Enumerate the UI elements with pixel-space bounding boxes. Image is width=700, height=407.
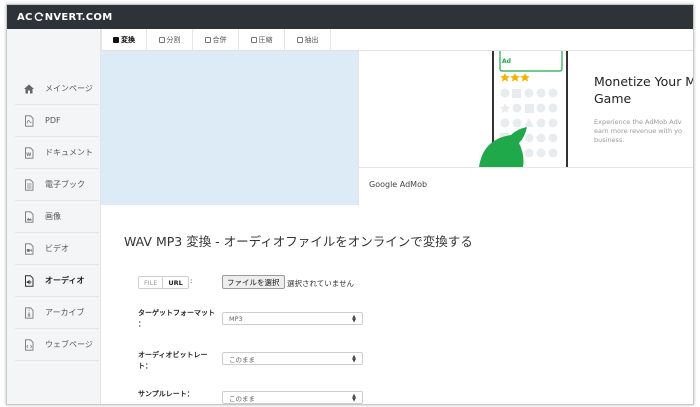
label-line: オーディオビットレー xyxy=(138,351,208,359)
ad-description-line: Experience the AdMob Adv xyxy=(594,118,682,126)
ad-placeholder xyxy=(101,51,358,205)
label-line: ： xyxy=(138,320,145,328)
webpage-icon xyxy=(25,338,34,351)
sidebar-item-document[interactable]: W ドキュメント xyxy=(15,137,99,169)
target-format-label: ターゲットフォーマット ： xyxy=(138,308,215,330)
sidebar-item-label: ビデオ xyxy=(45,244,69,253)
phone-illustration: Ad xyxy=(479,51,568,167)
sidebar-item-pdf[interactable]: PDF xyxy=(15,105,99,137)
site-logo[interactable]: AC NVERT.COM xyxy=(17,12,112,23)
sidebar-item-label: アーカイブ xyxy=(45,308,85,317)
tab-convert[interactable]: 変換 xyxy=(101,29,147,50)
ad-description-line: business. xyxy=(594,136,625,144)
sidebar-item-label: 画像 xyxy=(45,212,61,221)
tab-merge[interactable]: 合併 xyxy=(193,29,239,50)
select-arrows-icon: ▲ ▼ xyxy=(352,393,356,403)
tab-label: 抽出 xyxy=(304,35,319,44)
source-colon: : xyxy=(190,277,193,285)
document-icon: W xyxy=(25,146,34,159)
pdf-icon xyxy=(25,114,34,127)
ad-description: Experience the AdMob Adv earn more reven… xyxy=(594,118,693,145)
tab-label: 変換 xyxy=(121,35,135,44)
file-status-text: 選択されていません xyxy=(287,279,355,288)
logo-text-left: AC xyxy=(17,11,33,23)
label-line: ターゲットフォーマット xyxy=(138,309,215,317)
tab-split[interactable]: 分割 xyxy=(147,29,193,50)
sidebar-item-main-page[interactable]: メインページ xyxy=(15,73,99,105)
image-icon xyxy=(25,210,34,223)
tab-label: 合併 xyxy=(212,35,227,44)
audio-bitrate-select[interactable]: このまま ▲ ▼ xyxy=(222,352,363,365)
tab-compress[interactable]: 圧縮 xyxy=(239,29,285,50)
choose-file-button[interactable]: ファイルを選択 xyxy=(222,275,285,289)
sidebar-menu: メインページ PDF W ドキュメント 電子ブック 画像 ビデオ オーディオ ア… xyxy=(15,73,99,361)
tool-tabs: 変換 分割 合併 圧縮 抽出 xyxy=(101,29,693,51)
sidebar-item-archive[interactable]: アーカイブ xyxy=(15,297,99,329)
sidebar-item-label: ウェブページ xyxy=(45,340,93,349)
ad-visual: Ad Monetize Your M Game Experience the A… xyxy=(359,51,693,167)
sidebar-item-audio[interactable]: オーディオ xyxy=(15,265,99,297)
top-bar: AC NVERT.COM xyxy=(7,5,693,29)
checkbox-icon xyxy=(204,36,211,43)
select-value: このまま xyxy=(229,394,255,403)
tab-extract[interactable]: 抽出 xyxy=(285,29,331,50)
sidebar-item-label: ドキュメント xyxy=(45,148,93,157)
phone-ad-badge: Ad xyxy=(502,58,511,65)
select-value: このまま xyxy=(229,355,255,364)
select-arrows-icon: ▲ ▼ xyxy=(352,354,356,364)
home-icon xyxy=(24,84,34,93)
tab-label: 分割 xyxy=(166,35,181,44)
checkbox-icon xyxy=(250,36,257,43)
url-mode-tab[interactable]: URL xyxy=(163,277,187,288)
ad-advertiser-name: Google AdMob xyxy=(359,167,693,205)
sidebar-item-label: オーディオ xyxy=(45,276,85,285)
sidebar-item-video[interactable]: ビデオ xyxy=(15,233,99,265)
page-title: WAV MP3 変換 - オーディオファイルをオンラインで変換する xyxy=(124,234,473,249)
source-mode-toggle: FILE URL xyxy=(138,276,189,289)
ad-description-line: earn more revenue with yo xyxy=(594,127,682,135)
select-value: MP3 xyxy=(229,314,243,323)
checkbox-icon xyxy=(113,36,119,43)
sidebar-item-ebook[interactable]: 電子ブック xyxy=(15,169,99,201)
sample-rate-select[interactable]: このまま ▲ ▼ xyxy=(222,391,363,404)
browser-frame: AC NVERT.COM メインページ PDF W ドキュメント 電子ブック 画… xyxy=(6,4,694,405)
sidebar-item-image[interactable]: 画像 xyxy=(15,201,99,233)
target-format-select[interactable]: MP3 ▲ ▼ xyxy=(222,312,363,325)
ad-title: Monetize Your M Game xyxy=(594,74,693,106)
select-arrows-icon: ▲ ▼ xyxy=(352,314,356,324)
sidebar-item-label: メインページ xyxy=(45,84,93,93)
label-line: ト： xyxy=(138,362,152,370)
convert-arrows-icon xyxy=(34,12,44,22)
checkbox-icon xyxy=(158,36,165,43)
video-icon xyxy=(25,242,34,255)
svg-text:W: W xyxy=(26,152,31,158)
ebook-icon xyxy=(25,178,34,191)
sidebar-item-label: 電子ブック xyxy=(45,180,85,189)
audio-icon xyxy=(25,274,34,287)
sample-rate-label: サンプルレート： xyxy=(138,390,194,398)
checkbox-icon xyxy=(296,36,303,43)
audio-bitrate-label: オーディオビットレー ト： xyxy=(138,350,208,372)
admob-ad-banner[interactable]: Ad Monetize Your M Game Experience the A… xyxy=(358,51,693,205)
sidebar: メインページ PDF W ドキュメント 電子ブック 画像 ビデオ オーディオ ア… xyxy=(7,29,101,404)
sidebar-item-label: PDF xyxy=(45,116,61,125)
logo-text-right: NVERT.COM xyxy=(44,11,113,23)
archive-icon xyxy=(25,306,34,319)
file-mode-tab[interactable]: FILE xyxy=(139,277,164,288)
tab-label: 圧縮 xyxy=(258,35,273,44)
sidebar-item-webpage[interactable]: ウェブページ xyxy=(15,329,99,361)
